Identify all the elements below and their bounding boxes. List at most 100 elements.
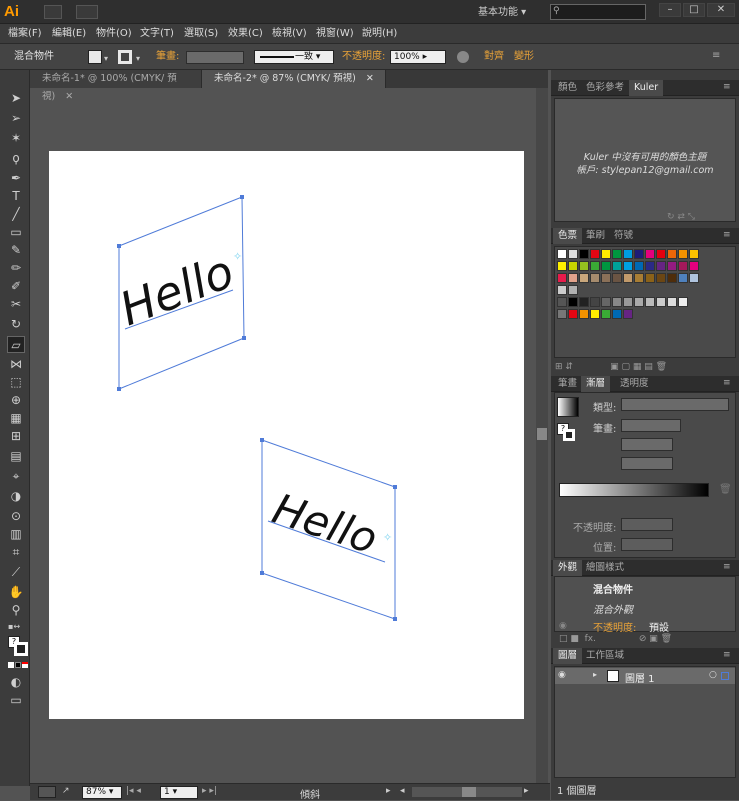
swatch[interactable] [601, 249, 611, 259]
gradient-location-field[interactable] [621, 538, 673, 551]
swatch[interactable] [557, 273, 567, 283]
swatch[interactable] [557, 261, 567, 271]
swatch[interactable] [689, 273, 699, 283]
expand-arrow-icon[interactable]: ▸ [593, 670, 597, 679]
appearance-opacity-label[interactable]: 不透明度: [593, 619, 636, 634]
tab-symbols[interactable]: 符號 [609, 228, 638, 244]
scroll-left-icon[interactable]: ◂ [400, 786, 410, 798]
swatch[interactable] [634, 297, 644, 307]
swatch[interactable] [590, 309, 600, 319]
blend-object-1[interactable]: Hello ✧ [113, 195, 246, 391]
artboard-nav-last[interactable]: ▸ ▸| [202, 786, 236, 798]
panel-menu-icon[interactable]: ≡ [723, 378, 731, 388]
swatch[interactable] [568, 297, 578, 307]
artboard-number-field[interactable]: 1 ▾ [160, 786, 198, 799]
swatch[interactable] [623, 249, 633, 259]
swatch[interactable] [623, 309, 633, 319]
swatch[interactable] [656, 297, 666, 307]
swatch[interactable] [601, 309, 611, 319]
swatch[interactable] [623, 297, 633, 307]
panel-menu-icon[interactable]: ≡ [723, 230, 731, 240]
layer-name[interactable]: 圖層 1 [625, 670, 655, 685]
kuler-refresh-icon[interactable]: ↻ ⇄ ⤡ [667, 212, 727, 222]
swatch[interactable] [667, 273, 677, 283]
gradient-preview[interactable] [557, 397, 579, 417]
panel-menu-icon[interactable]: ≡ [723, 82, 731, 92]
zoom-field[interactable]: 87% ▾ [82, 786, 122, 799]
swatch[interactable] [590, 249, 600, 259]
swatch[interactable] [568, 249, 578, 259]
swatch[interactable] [568, 309, 578, 319]
swatch[interactable] [568, 285, 578, 295]
swatch[interactable] [601, 297, 611, 307]
swatch[interactable] [667, 249, 677, 259]
tab-swatches[interactable]: 色票 [553, 228, 583, 244]
panel-menu-icon[interactable]: ≡ [723, 562, 731, 572]
tab-graphic-styles[interactable]: 繪圖樣式 [581, 560, 629, 576]
swatch[interactable] [634, 273, 644, 283]
vertical-scrollbar[interactable] [536, 88, 548, 783]
swatch[interactable] [678, 273, 688, 283]
swatch[interactable] [568, 261, 578, 271]
horizontal-scroll-thumb[interactable] [462, 787, 476, 797]
tab-artboards[interactable]: 工作區域 [581, 648, 629, 664]
layer-row[interactable]: ◉ ▸ 圖層 1 ○ [555, 668, 735, 685]
swatch[interactable] [667, 261, 677, 271]
swatch[interactable] [645, 249, 655, 259]
tab-kuler[interactable]: Kuler [629, 80, 664, 96]
swatch[interactable] [612, 309, 622, 319]
gradient-aspect-field[interactable] [621, 457, 673, 470]
swatch[interactable] [590, 261, 600, 271]
scroll-right-icon[interactable]: ▸ [524, 786, 534, 798]
swatch[interactable] [634, 249, 644, 259]
tab-color-guide[interactable]: 色彩參考 [581, 80, 629, 96]
artboard-nav-first[interactable]: |◂ ◂ [126, 786, 160, 798]
swatch[interactable] [678, 297, 688, 307]
gradient-type-select[interactable] [621, 398, 729, 411]
swatch[interactable] [601, 273, 611, 283]
status-menu-arrow[interactable]: ▸ [386, 786, 396, 798]
tab-transparency[interactable]: 透明度 [615, 376, 654, 392]
swatches-footer-icons[interactable]: ⊞ ⇵ ▣ ▢ ▦ ▤ 🗑 [555, 362, 735, 372]
rotate-view-icon[interactable] [38, 786, 56, 798]
swatches-grid[interactable] [554, 246, 736, 358]
gradient-stroke-options[interactable] [621, 419, 681, 432]
swatch[interactable] [579, 249, 589, 259]
swatch[interactable] [612, 249, 622, 259]
appearance-footer-icons[interactable]: □ ■ fx. ⊘ ▣ 🗑 [559, 634, 735, 646]
swatch[interactable] [590, 297, 600, 307]
blend-object-2[interactable]: Hello ✧ [260, 438, 397, 621]
gradient-stroke-icon[interactable] [563, 429, 575, 441]
swatch[interactable] [579, 309, 589, 319]
gradient-opacity-field[interactable] [621, 518, 673, 531]
swatch[interactable] [645, 297, 655, 307]
swatch[interactable] [557, 249, 567, 259]
swatch[interactable] [634, 261, 644, 271]
target-icon[interactable]: ○ [709, 670, 717, 680]
swatch[interactable] [579, 261, 589, 271]
appearance-row[interactable]: 混合外觀 [593, 601, 633, 616]
tab-color[interactable]: 顏色 [553, 80, 582, 96]
swatch[interactable] [645, 273, 655, 283]
swatch[interactable] [645, 261, 655, 271]
swatch[interactable] [557, 285, 567, 295]
visibility-eye-icon[interactable]: ◉ [558, 670, 566, 680]
swatch[interactable] [678, 249, 688, 259]
zoom-out-icon[interactable]: ↗ [62, 786, 74, 798]
swatch[interactable] [612, 297, 622, 307]
tab-brushes[interactable]: 筆刷 [581, 228, 610, 244]
panel-menu-icon[interactable]: ≡ [723, 650, 731, 660]
swatch[interactable] [590, 273, 600, 283]
swatch[interactable] [579, 273, 589, 283]
swatch-list[interactable] [557, 247, 727, 337]
swatch[interactable] [656, 249, 666, 259]
swatch[interactable] [557, 309, 567, 319]
gradient-angle-field[interactable] [621, 438, 673, 451]
delete-stop-icon[interactable]: 🗑 [719, 484, 732, 496]
swatch[interactable] [667, 297, 677, 307]
swatch[interactable] [568, 273, 578, 283]
gradient-slider[interactable] [559, 483, 709, 497]
swatch[interactable] [579, 297, 589, 307]
swatch[interactable] [623, 273, 633, 283]
layer-selection-color[interactable] [721, 672, 729, 680]
